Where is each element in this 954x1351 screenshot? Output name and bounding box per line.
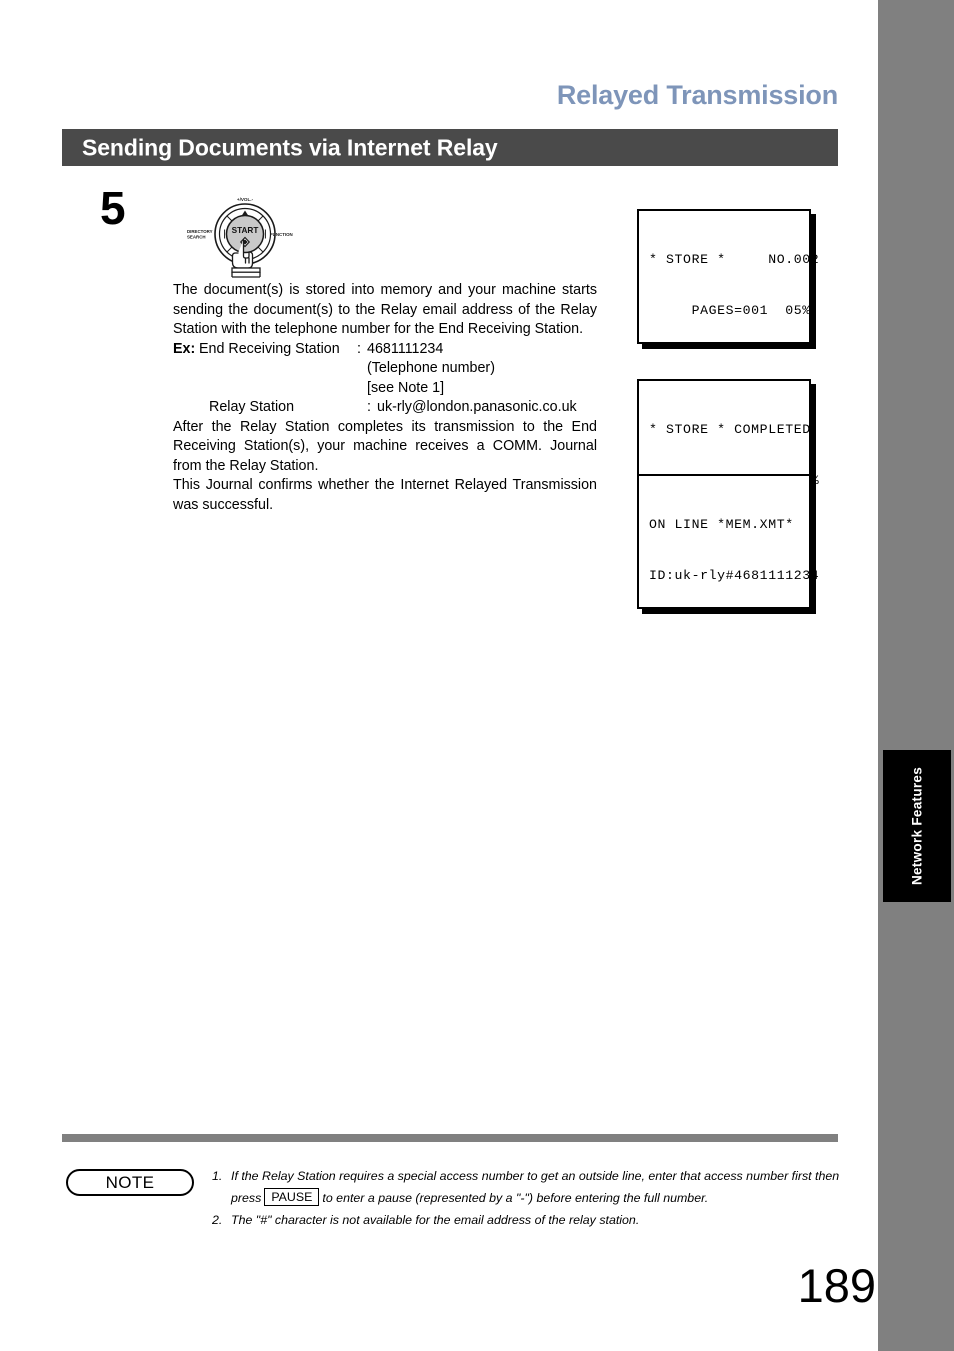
example-telephone-note: (Telephone number) [367,360,495,376]
example-block: Ex: End Receiving Station : 4681111234 (… [173,340,597,418]
example-relay-indent [173,398,209,418]
lcd-line-1: * STORE * NO.002 [649,252,820,267]
body-paragraph-1: The document(s) is stored into memory an… [173,282,597,337]
example-tag: Ex: [173,340,196,357]
note-item: 1. If the Relay Station requires a speci… [212,1165,844,1209]
lcd-line-2: PAGES=001 05% [649,303,811,318]
lcd-line-1: ON LINE *MEM.XMT* [649,517,794,532]
note-text: The "#" character is not available for t… [231,1213,640,1227]
volume-label: +/VOL.- [237,197,254,202]
note-badge: NOTE [66,1169,194,1196]
notes-list: 1. If the Relay Station requires a speci… [212,1165,844,1231]
directory-search-label-line1: DIRECTORY [187,229,213,234]
right-margin-band [878,0,954,1351]
running-head: Relayed Transmission [556,80,838,110]
note-text-after: to enter a pause (represented by a "-") … [322,1191,709,1205]
example-see-note-ref: [see Note 1] [367,379,445,396]
function-label: FUNCTION [270,232,293,237]
example-end-station-row: Ex: End Receiving Station : 4681111234 [173,340,597,360]
step-body-text: The document(s) is stored into memory an… [173,281,597,515]
chapter-tab-network-features: Network Features [883,750,951,902]
example-relay-station-value: uk-rly@london.panasonic.co.uk [377,399,577,415]
chapter-tab-label: Network Features [909,766,925,886]
note-text: If the Relay Station requires a special … [231,1165,844,1209]
example-relay-station-colon: : [367,399,371,415]
note-divider [62,1134,838,1142]
pause-key-button[interactable]: PAUSE [264,1188,320,1206]
lcd-line-1: * STORE * COMPLETED [649,422,811,437]
example-relay-station-row: Relay Station : uk-rly@london.panasonic.… [173,398,597,418]
example-end-station-colon: : [357,340,361,357]
note-number: 1. [212,1169,223,1183]
directory-search-label-line2: SEARCH [187,235,206,240]
step-number: 5 [100,182,126,234]
section-title: Sending Documents via Internet Relay [82,134,498,160]
body-paragraph-3: This Journal confirms whether the Intern… [173,477,597,513]
lcd-line-2: ID:uk-rly#4681111234 [649,568,820,583]
note-badge-label: NOTE [105,1172,155,1192]
example-relay-station-label: Relay Station [209,399,295,415]
page-number: 189 [797,1259,876,1312]
hand-cuff-icon [231,267,261,278]
body-paragraph-2: After the Relay Station completes its tr… [173,418,597,474]
section-header-bar: Sending Documents via Internet Relay [62,129,838,166]
note-number: 2. [212,1213,223,1227]
note-item: 2. The "#" character is not available fo… [212,1209,844,1231]
start-key-illustration: START +/VOL.- DIRECTORY SEARCH FUNCTION [186,192,304,280]
start-key-label: START [232,226,259,235]
lcd-panel-online-mem-xmt: ON LINE *MEM.XMT* ID:uk-rly#4681111234 [637,474,820,609]
start-key-svg: START +/VOL.- DIRECTORY SEARCH FUNCTION [187,197,293,278]
example-end-station-value: 4681111234 [367,340,444,357]
lcd-panel-store-progress: * STORE * NO.002 PAGES=001 05% [637,209,820,344]
example-end-station-label: End Receiving Station [199,340,340,357]
